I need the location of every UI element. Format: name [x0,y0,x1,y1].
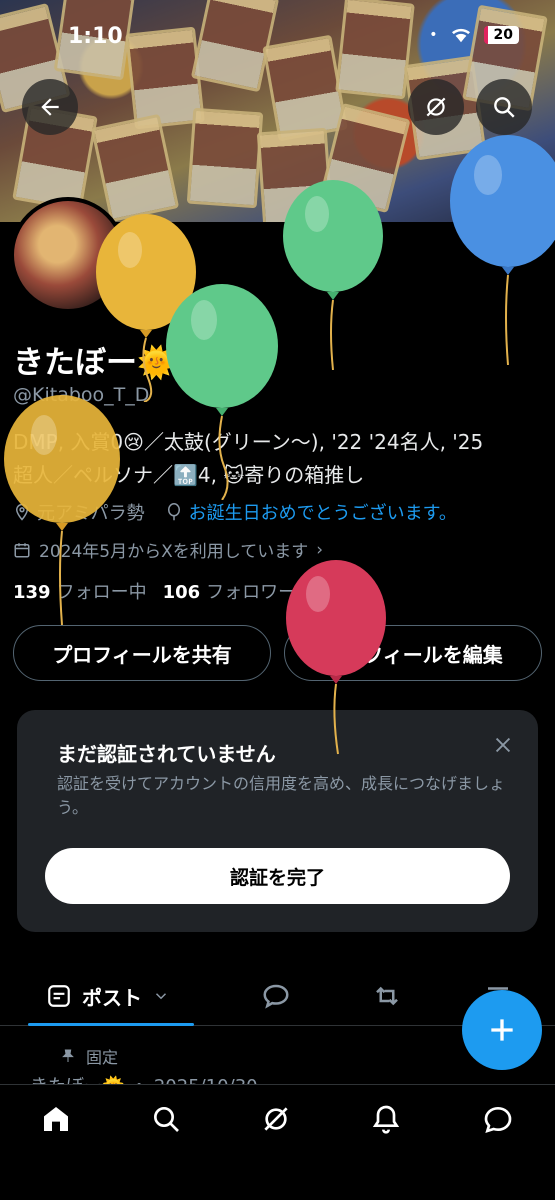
nav-notifications[interactable] [366,1099,406,1139]
grok-icon [426,97,446,117]
balloon-yellow-2 [4,395,120,625]
message-icon [484,1106,512,1134]
pinned-label: 固定 [60,1044,118,1068]
plus-icon [491,1019,513,1041]
home-icon [44,1107,68,1131]
balloon-green-2 [283,180,383,370]
search-icon [154,1107,179,1132]
pin-icon [62,1049,74,1062]
tab-active-indicator [28,1023,194,1026]
bottom-navigation [0,1084,555,1200]
bell-icon [372,1105,400,1134]
tab-posts[interactable]: ポスト [46,966,170,1026]
wifi-icon [451,28,470,43]
followers-label: フォロワー [206,582,297,603]
verification-title: まだ認証されていません [57,742,276,766]
chevron-down-icon [155,993,167,1000]
pinned-post-peek: きたぼー🌞 ・ 2025/10/30 [30,1072,540,1084]
grok-icon [264,1107,288,1131]
tab-posts-label: ポスト [82,985,142,1010]
pinned-text: 固定 [86,1048,119,1067]
chevron-right-icon: › [316,539,324,560]
repost-icon [376,986,398,1006]
battery-indicator: 20 [483,26,519,44]
followers-count: 106 [162,582,201,603]
balloon-icon [167,503,180,521]
followers-link[interactable]: 106 フォロワー [163,578,297,604]
verification-card: まだ認証されていません 認証を受けてアカウントの信用度を高め、成長につなげましょ… [17,710,538,932]
back-button[interactable] [22,79,78,135]
posts-icon [48,985,70,1007]
nav-grok[interactable] [256,1099,296,1139]
balloon-blue [450,135,555,365]
search-icon [494,97,515,118]
nav-search[interactable] [146,1099,186,1139]
share-profile-button[interactable]: プロフィールを共有 [13,625,271,681]
compose-button[interactable] [462,990,542,1070]
birthday-link[interactable]: お誕生日おめでとうございます。 [189,499,457,525]
nav-home[interactable] [36,1099,76,1139]
balloon-red [286,560,386,755]
verification-description: 認証を受けてアカウントの信用度を高め、成長につなげましょう。 [57,774,506,817]
nav-messages[interactable] [478,1099,518,1139]
reply-icon [263,984,289,1009]
balloon-green-1 [166,284,278,500]
notification-dot-icon: • [429,27,438,43]
close-icon[interactable] [492,734,514,756]
arrow-left-icon [41,98,59,116]
complete-verification-button[interactable]: 認証を完了 [45,848,510,904]
search-button[interactable] [476,79,532,135]
birthday[interactable]: お誕生日おめでとうございます。 [165,499,457,525]
status-bar: 1:10 • 20 [0,24,555,54]
system-icons: • 20 [429,26,519,44]
status-time: 1:10 [68,24,123,49]
grok-button[interactable] [408,79,464,135]
tab-replies[interactable] [260,966,292,1026]
tab-reposts[interactable] [370,966,404,1026]
